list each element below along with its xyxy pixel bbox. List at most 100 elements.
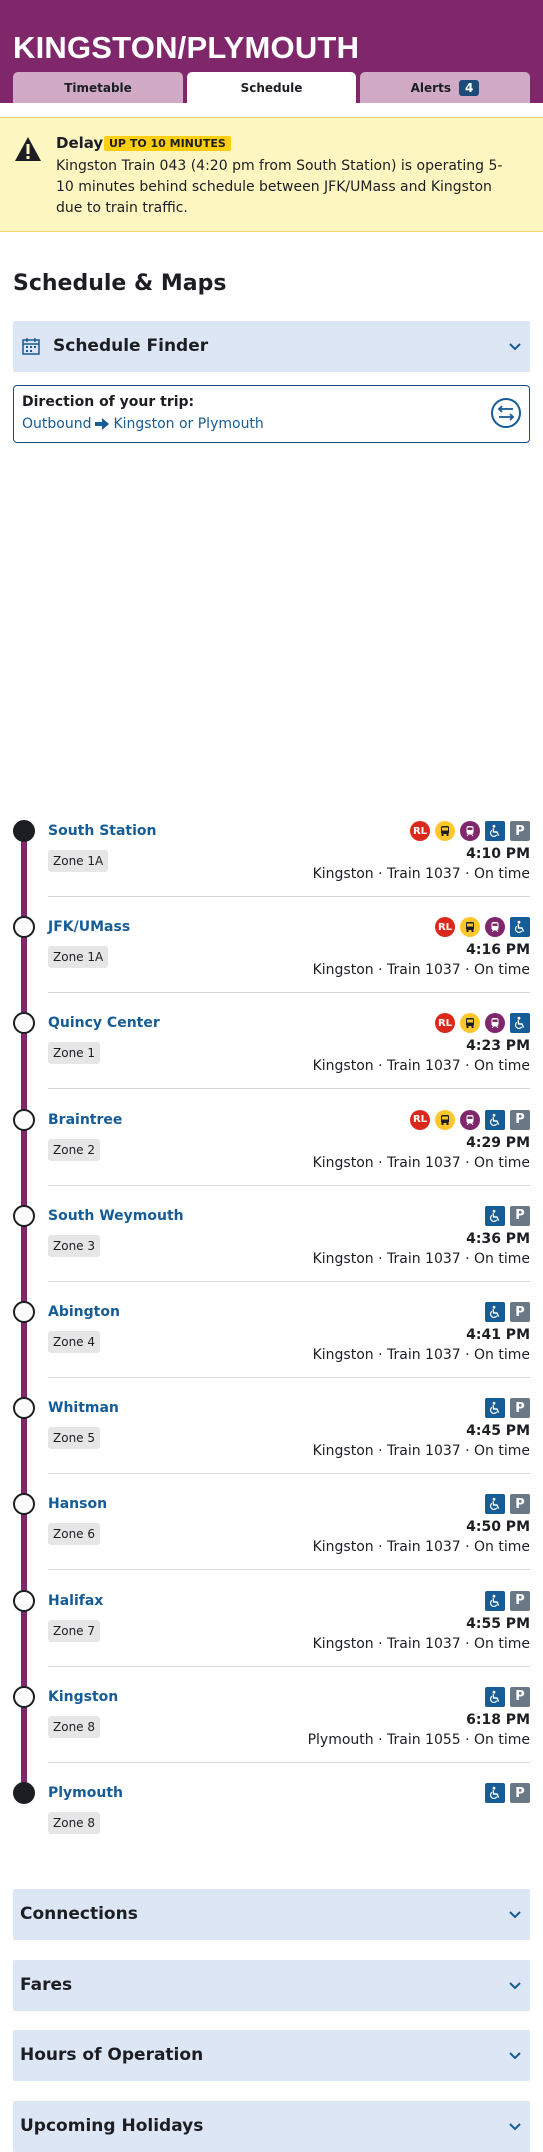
stop-features: P xyxy=(485,1301,530,1323)
accessible-icon xyxy=(485,1398,505,1419)
divider xyxy=(48,1665,530,1667)
parking-icon: P xyxy=(510,821,530,841)
departure-time: 4:10 PM xyxy=(466,846,530,862)
stop-name-link[interactable]: Kingston xyxy=(48,1689,118,1705)
zone-badge: Zone 8 xyxy=(48,1715,100,1738)
tab-alerts[interactable]: Alerts 4 xyxy=(360,72,530,103)
direction-destination: Kingston or Plymouth xyxy=(113,416,264,432)
trip-info: Kingston · Train 1037 · On time xyxy=(312,1250,530,1267)
divider xyxy=(48,1184,530,1186)
stop-row: South Weymouth Zone 3 P 4:36 PM Kingston · T… xyxy=(0,1204,543,1301)
stop-features: P xyxy=(485,1686,530,1708)
stop-name-link[interactable]: South Station xyxy=(48,823,157,839)
bus-icon xyxy=(460,917,480,938)
accessible-icon xyxy=(510,1013,530,1034)
parking-icon: P xyxy=(510,1109,530,1130)
divider xyxy=(48,1280,530,1282)
divider xyxy=(48,1761,530,1763)
fares-accordion[interactable]: Fares xyxy=(13,1960,530,2011)
accessible-icon xyxy=(485,1590,505,1611)
zone-badge: Zone 7 xyxy=(48,1619,100,1642)
accessible-icon xyxy=(485,1686,505,1707)
divider xyxy=(48,1473,530,1475)
accessible-icon xyxy=(485,1494,505,1515)
zone-badge: Zone 2 xyxy=(48,1138,100,1161)
swap-direction-button[interactable] xyxy=(491,398,521,428)
trip-info: Plymouth · Train 1055 · On time xyxy=(307,1731,530,1748)
stop-row: Quincy Center Zone 1 RL 4:23 PM Kingston · T… xyxy=(0,1012,543,1108)
departure-time: 6:18 PM xyxy=(466,1711,530,1728)
stop-features: P xyxy=(485,1782,530,1804)
delay-alert[interactable]: Delay UP TO 10 MINUTES Kingston Train 04… xyxy=(0,117,543,232)
zone-badge: Zone 3 xyxy=(48,1234,100,1257)
stop-marker xyxy=(13,1589,35,1612)
terminal-stop-marker xyxy=(13,1782,35,1804)
stop-row: Abington Zone 4 P 4:41 PM Kingston · Train 1… xyxy=(0,1301,543,1397)
tab-timetable[interactable]: Timetable xyxy=(13,72,183,103)
stop-row: Kingston Zone 8 P 6:18 PM Plymouth · Train 1… xyxy=(0,1685,543,1782)
direction-label: Direction of your trip: xyxy=(22,394,195,410)
stop-row: JFK/UMass Zone 1A RL 4:16 PM Kingston · Trai… xyxy=(0,916,543,1012)
section-title: Schedule & Maps xyxy=(13,271,227,296)
stop-name-link[interactable]: Quincy Center xyxy=(48,1015,160,1031)
parking-icon: P xyxy=(510,1302,530,1322)
chevron-down-icon xyxy=(509,1982,521,1990)
connections-accordion[interactable]: Connections xyxy=(13,1889,530,1940)
bus-icon xyxy=(460,1013,480,1034)
stop-name-link[interactable]: JFK/UMass xyxy=(48,919,130,935)
stop-name-link[interactable]: Plymouth xyxy=(48,1785,123,1801)
stop-features: RL P xyxy=(410,1109,530,1131)
stop-marker xyxy=(13,1301,35,1323)
bus-icon xyxy=(435,821,455,841)
stop-row: Plymouth Zone 8 P xyxy=(0,1782,543,1878)
schedule-finder-accordion[interactable]: Schedule Finder xyxy=(13,321,530,372)
departure-time: 4:41 PM xyxy=(466,1327,530,1343)
parking-icon: P xyxy=(510,1590,530,1611)
stop-name-link[interactable]: Halifax xyxy=(48,1593,103,1609)
terminal-stop-marker xyxy=(13,820,35,842)
accordion-label: Upcoming Holidays xyxy=(20,2116,204,2136)
hours-accordion[interactable]: Hours of Operation xyxy=(13,2030,530,2081)
commuter-rail-icon xyxy=(485,917,505,938)
schedule-finder-label: Schedule Finder xyxy=(53,336,209,356)
divider xyxy=(48,1377,530,1378)
red-line-icon: RL xyxy=(410,821,430,841)
tab-label: Schedule xyxy=(240,80,303,95)
departure-time: 4:16 PM xyxy=(466,942,530,959)
divider xyxy=(48,1088,530,1090)
trip-info: Kingston · Train 1037 · On time xyxy=(312,1154,530,1171)
stop-features: RL xyxy=(435,1012,530,1034)
chevron-down-icon xyxy=(509,2052,521,2060)
holidays-accordion[interactable]: Upcoming Holidays xyxy=(13,2101,530,2152)
departure-time: 4:23 PM xyxy=(466,1038,530,1055)
tab-schedule[interactable]: Schedule xyxy=(187,72,356,103)
accordion-label: Fares xyxy=(20,1975,73,1995)
accessible-icon xyxy=(485,1783,505,1803)
departure-time: 4:50 PM xyxy=(466,1519,530,1536)
commuter-rail-icon xyxy=(460,1109,480,1130)
accordion-label: Hours of Operation xyxy=(20,2045,204,2065)
alerts-count-badge: 4 xyxy=(458,79,480,96)
trip-info: Kingston · Train 1037 · On time xyxy=(312,1443,530,1460)
divider xyxy=(48,896,530,897)
stop-marker xyxy=(13,1108,35,1131)
alert-severity-badge: UP TO 10 MINUTES xyxy=(104,136,231,151)
zone-badge: Zone 5 xyxy=(48,1427,100,1450)
stop-name-link[interactable]: Hanson xyxy=(48,1496,107,1512)
zone-badge: Zone 1A xyxy=(48,850,109,872)
departure-time: 4:36 PM xyxy=(466,1230,530,1247)
departure-time: 4:55 PM xyxy=(466,1615,530,1632)
stop-name-link[interactable]: Braintree xyxy=(48,1112,122,1128)
parking-icon: P xyxy=(510,1398,530,1419)
stop-name-link[interactable]: Abington xyxy=(48,1304,120,1320)
stop-name-link[interactable]: South Weymouth xyxy=(48,1208,184,1224)
accessible-icon xyxy=(485,1109,505,1130)
trip-info: Kingston · Train 1037 · On time xyxy=(312,1635,530,1652)
stop-name-link[interactable]: Whitman xyxy=(48,1400,119,1416)
direction-selector[interactable]: Direction of your trip: Outbound Kingsto… xyxy=(13,385,530,443)
warning-icon xyxy=(15,137,41,161)
stop-features: RL xyxy=(435,916,530,938)
accessible-icon xyxy=(485,1205,505,1226)
stop-marker xyxy=(13,916,35,939)
direction-value: Outbound Kingston or Plymouth xyxy=(22,416,264,432)
